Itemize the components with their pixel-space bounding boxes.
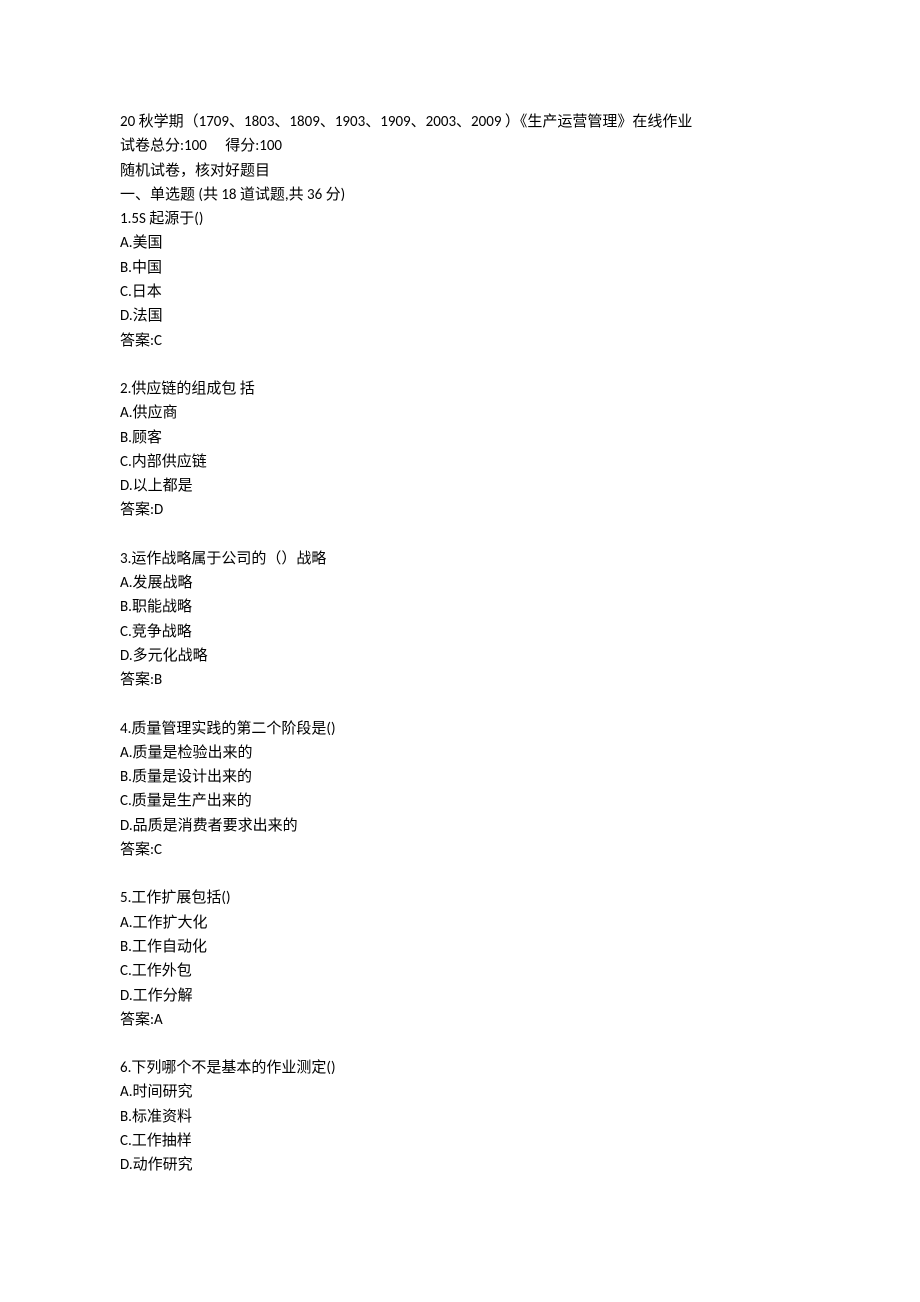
question-option: B.职能战略: [120, 595, 800, 619]
question-option: D.多元化战略: [120, 644, 800, 668]
document-page: 20 秋学期（1709、1803、1809、1903、1909、2003、200…: [0, 0, 920, 1238]
question-option: C.竞争战略: [120, 620, 800, 644]
note-line: 随机试卷，核对好题目: [120, 159, 800, 183]
question-answer: 答案:C: [120, 329, 800, 353]
question-option: C.质量是生产出来的: [120, 789, 800, 813]
question-answer: 答案:A: [120, 1008, 800, 1032]
question-option: B.质量是设计出来的: [120, 765, 800, 789]
question-stem: 2.供应链的组成包 括: [120, 377, 800, 401]
question-option: B.中国: [120, 256, 800, 280]
spacer: [120, 693, 800, 717]
question-option: D.动作研究: [120, 1153, 800, 1177]
spacer: [120, 523, 800, 547]
question-option: A.发展战略: [120, 571, 800, 595]
question-option: C.工作外包: [120, 959, 800, 983]
question-option: C.工作抽样: [120, 1129, 800, 1153]
question-option: A.美国: [120, 231, 800, 255]
question-option: A.时间研究: [120, 1080, 800, 1104]
question-stem: 5.工作扩展包括(): [120, 886, 800, 910]
section-heading: 一、单选题 (共 18 道试题,共 36 分): [120, 183, 800, 207]
spacer: [120, 1032, 800, 1056]
question-stem: 4.质量管理实践的第二个阶段是(): [120, 717, 800, 741]
spacer: [120, 353, 800, 377]
spacer: [120, 862, 800, 886]
question-option: D.法国: [120, 304, 800, 328]
question-option: D.品质是消费者要求出来的: [120, 814, 800, 838]
question-option: C.日本: [120, 280, 800, 304]
question-option: B.工作自动化: [120, 935, 800, 959]
question-stem: 1.5S 起源于(): [120, 207, 800, 231]
question-option: A.供应商: [120, 401, 800, 425]
exam-title: 20 秋学期（1709、1803、1809、1903、1909、2003、200…: [120, 110, 800, 134]
question-answer: 答案:C: [120, 838, 800, 862]
questions-container: 1.5S 起源于()A.美国B.中国C.日本D.法国答案:C2.供应链的组成包 …: [120, 207, 800, 1177]
question-answer: 答案:D: [120, 498, 800, 522]
question-option: B.标准资料: [120, 1105, 800, 1129]
question-option: A.工作扩大化: [120, 911, 800, 935]
question-option: B.顾客: [120, 426, 800, 450]
question-option: A.质量是检验出来的: [120, 741, 800, 765]
score-line: 试卷总分:100 得分:100: [120, 134, 800, 158]
question-option: D.以上都是: [120, 474, 800, 498]
question-option: C.内部供应链: [120, 450, 800, 474]
question-answer: 答案:B: [120, 668, 800, 692]
question-stem: 3.运作战略属于公司的（）战略: [120, 547, 800, 571]
question-stem: 6.下列哪个不是基本的作业测定(): [120, 1056, 800, 1080]
question-option: D.工作分解: [120, 984, 800, 1008]
